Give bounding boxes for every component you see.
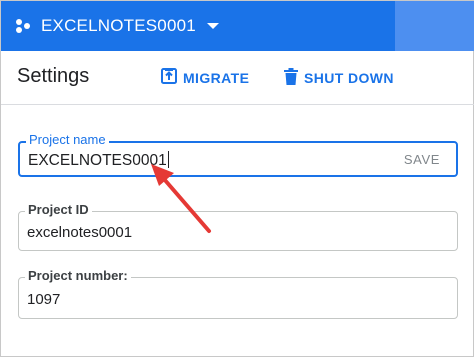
- project-number-field: Project number: 1097: [18, 268, 458, 319]
- settings-toolbar: Settings MIGRATE SHUT DOWN: [1, 51, 474, 105]
- migrate-label: MIGRATE: [183, 69, 250, 86]
- project-id-field: Project ID excelnotes0001: [18, 202, 458, 251]
- shut-down-label: SHUT DOWN: [304, 70, 394, 86]
- migrate-icon: [161, 68, 177, 87]
- project-name-field[interactable]: Project name EXCELNOTES0001 SAVE: [18, 132, 458, 177]
- project-switcher-label: EXCELNOTES0001: [41, 16, 196, 35]
- project-number-value: 1097: [27, 291, 61, 308]
- top-app-bar: EXCELNOTES0001: [1, 1, 474, 51]
- project-id-label: Project ID: [25, 202, 92, 217]
- text-caret: [167, 151, 169, 168]
- project-icon: [15, 18, 31, 34]
- project-name-input[interactable]: EXCELNOTES0001: [28, 151, 169, 170]
- shut-down-button[interactable]: SHUT DOWN: [284, 68, 394, 88]
- project-number-label: Project number:: [25, 268, 131, 283]
- page-title: Settings: [17, 65, 90, 87]
- project-name-value: EXCELNOTES0001: [28, 152, 167, 169]
- topbar-right-area: [395, 1, 474, 51]
- save-button[interactable]: SAVE: [404, 152, 440, 167]
- dropdown-arrow-icon: [206, 22, 220, 30]
- migrate-button[interactable]: MIGRATE: [161, 68, 249, 87]
- project-id-value: excelnotes0001: [27, 224, 133, 241]
- project-switcher[interactable]: EXCELNOTES0001: [15, 13, 220, 39]
- trash-icon: [284, 68, 298, 88]
- project-name-label: Project name: [26, 132, 109, 147]
